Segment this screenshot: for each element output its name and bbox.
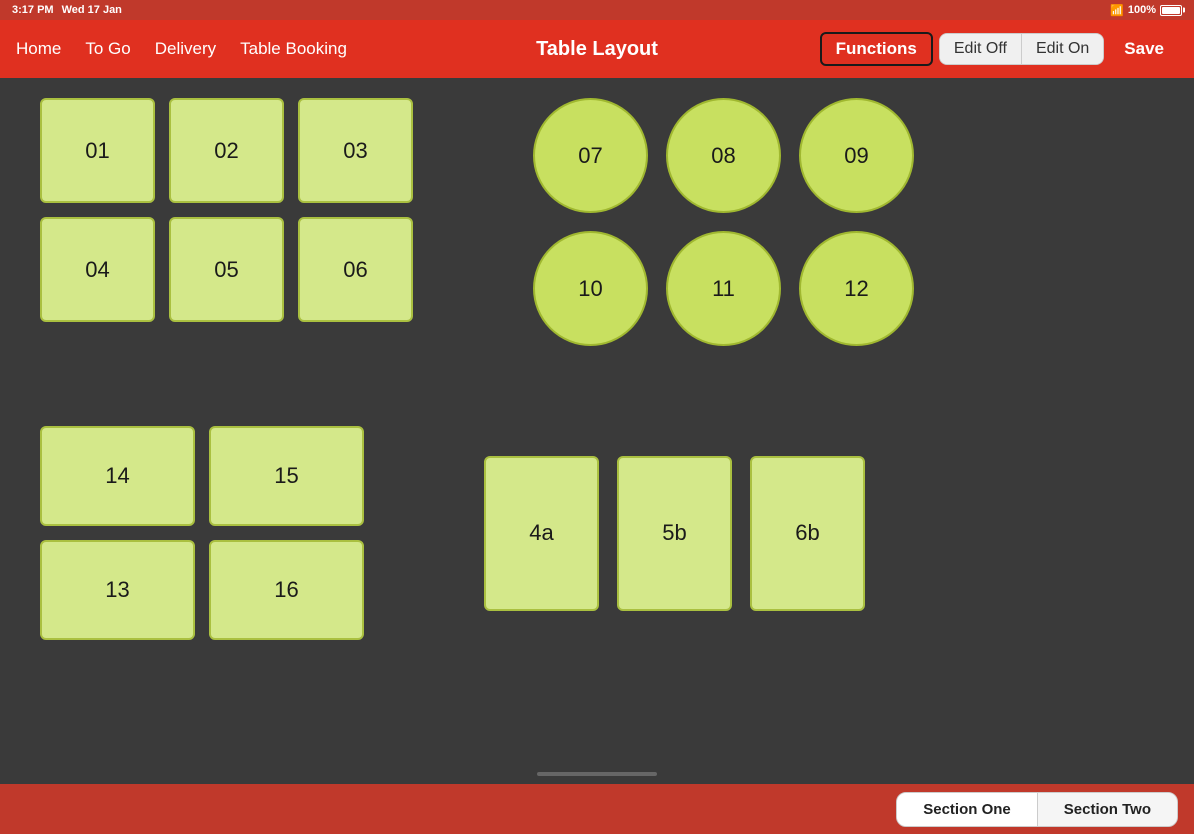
header-actions: Functions Edit Off Edit On Save	[820, 32, 1178, 66]
header: Home To Go Delivery Table Booking Table …	[0, 20, 1194, 78]
table-11[interactable]: 11	[666, 231, 781, 346]
page-title: Table Layout	[536, 38, 658, 61]
table-10[interactable]: 10	[533, 231, 648, 346]
battery-text: 100%	[1128, 4, 1156, 16]
date: Wed 17 Jan	[62, 4, 122, 16]
section-two-button[interactable]: Section Two	[1038, 793, 1177, 826]
section-one-button[interactable]: Section One	[897, 793, 1038, 826]
table-6b[interactable]: 6b	[750, 456, 865, 611]
nav-delivery[interactable]: Delivery	[155, 39, 216, 59]
scroll-indicator	[537, 772, 657, 776]
circle-tables-top: 07 08 09 10 11 12	[533, 98, 914, 346]
square-tables-bottom-left: 14 15 13 16	[40, 426, 364, 640]
functions-button[interactable]: Functions	[820, 32, 933, 66]
top-row: 01 02 03 04 05 06 07 08 09 10 11 12	[40, 98, 1154, 346]
table-04[interactable]: 04	[40, 217, 155, 322]
table-14[interactable]: 14	[40, 426, 195, 526]
table-01[interactable]: 01	[40, 98, 155, 203]
edit-on-button[interactable]: Edit On	[1022, 34, 1103, 64]
table-07[interactable]: 07	[533, 98, 648, 213]
table-08[interactable]: 08	[666, 98, 781, 213]
table-02[interactable]: 02	[169, 98, 284, 203]
footer: Section One Section Two	[0, 784, 1194, 834]
section-toggle: Section One Section Two	[896, 792, 1178, 827]
status-bar: 3:17 PM Wed 17 Jan 📶 100%	[0, 0, 1194, 20]
table-12[interactable]: 12	[799, 231, 914, 346]
table-5b[interactable]: 5b	[617, 456, 732, 611]
table-16[interactable]: 16	[209, 540, 364, 640]
nav-table-booking[interactable]: Table Booking	[240, 39, 347, 59]
table-03[interactable]: 03	[298, 98, 413, 203]
table-06[interactable]: 06	[298, 217, 413, 322]
battery-icon	[1160, 5, 1182, 16]
main-content: 01 02 03 04 05 06 07 08 09 10 11 12 14 1…	[0, 78, 1194, 784]
table-4a[interactable]: 4a	[484, 456, 599, 611]
nav-home[interactable]: Home	[16, 39, 61, 59]
edit-off-button[interactable]: Edit Off	[940, 34, 1022, 64]
table-13[interactable]: 13	[40, 540, 195, 640]
edit-button-group: Edit Off Edit On	[939, 33, 1104, 65]
save-button[interactable]: Save	[1110, 33, 1178, 65]
nav-bar: Home To Go Delivery Table Booking	[16, 39, 347, 59]
square-tables-bottom-right: 4a 5b 6b	[484, 426, 865, 640]
time: 3:17 PM	[12, 4, 54, 16]
table-05[interactable]: 05	[169, 217, 284, 322]
square-tables-top: 01 02 03 04 05 06	[40, 98, 413, 346]
bottom-row: 14 15 13 16 4a 5b 6b	[40, 426, 1154, 640]
table-15[interactable]: 15	[209, 426, 364, 526]
nav-to-go[interactable]: To Go	[85, 39, 130, 59]
table-09[interactable]: 09	[799, 98, 914, 213]
wifi-icon: 📶	[1110, 4, 1124, 17]
